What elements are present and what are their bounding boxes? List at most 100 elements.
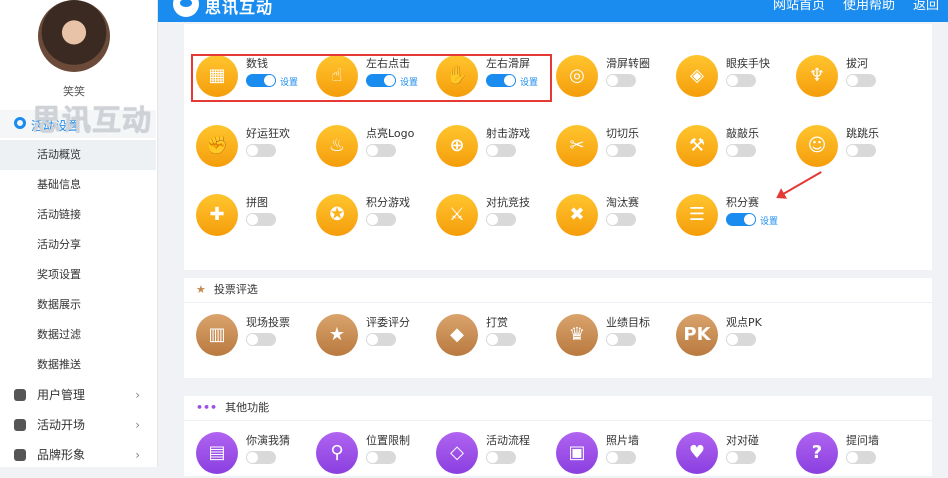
feature-item[interactable]: ⚒ 敲敲乐 — [664, 119, 784, 171]
feature-toggle[interactable] — [366, 451, 396, 464]
feature-icon[interactable]: ⚔ — [436, 194, 478, 236]
feature-toggle[interactable] — [726, 213, 756, 226]
submenu-item[interactable]: 活动链接 — [0, 200, 156, 230]
submenu-item[interactable]: 基础信息 — [0, 170, 156, 200]
feature-item[interactable]: ✚ 拼图 — [184, 188, 304, 240]
feature-toggle[interactable] — [246, 144, 276, 157]
feature-item[interactable]: ♥ 对对碰 — [664, 426, 784, 478]
feature-item[interactable]: ✂ 切切乐 — [544, 119, 664, 171]
feature-icon[interactable]: ◇ — [436, 432, 478, 474]
feature-icon[interactable]: ⚒ — [676, 125, 718, 167]
feature-toggle[interactable] — [486, 451, 516, 464]
feature-toggle[interactable] — [606, 213, 636, 226]
feature-item[interactable]: ☺ 跳跳乐 — [784, 119, 904, 171]
feature-toggle[interactable] — [726, 74, 756, 87]
annotation-highlight-box — [191, 54, 552, 102]
feature-toggle[interactable] — [246, 213, 276, 226]
feature-icon[interactable]: PK — [676, 314, 718, 356]
feature-item[interactable]: ▣ 照片墙 — [544, 426, 664, 478]
feature-toggle[interactable] — [846, 74, 876, 87]
submenu-item[interactable]: 活动概览 — [0, 140, 156, 170]
feature-item[interactable]: ★ 评委评分 — [304, 308, 424, 360]
feature-icon[interactable]: ◆ — [436, 314, 478, 356]
feature-name: 好运狂欢 — [246, 127, 290, 140]
feature-toggle[interactable] — [246, 451, 276, 464]
feature-icon[interactable]: ⚲ — [316, 432, 358, 474]
nav-home-link[interactable]: 网站首页 — [764, 0, 834, 13]
other-panel: ••• 其他功能 ▤ 你演我猜 ⚲ 位置限制 ◇ 活动流程 ▣ 照片墙 ♥ 对对碰? 提问墙 — [184, 396, 932, 476]
feature-icon[interactable]: ♆ — [796, 55, 838, 97]
avatar[interactable] — [38, 0, 110, 72]
feature-toggle[interactable] — [726, 333, 756, 346]
feature-item[interactable]: PK 观点PK — [664, 308, 784, 360]
feature-toggle[interactable] — [846, 144, 876, 157]
feature-item[interactable]: ⚲ 位置限制 — [304, 426, 424, 478]
feature-icon[interactable]: ✊ — [196, 125, 238, 167]
feature-icon[interactable]: ▥ — [196, 314, 238, 356]
feature-icon[interactable]: ☰ — [676, 194, 718, 236]
feature-icon[interactable]: ◈ — [676, 55, 718, 97]
feature-toggle[interactable] — [366, 213, 396, 226]
feature-toggle[interactable] — [606, 451, 636, 464]
feature-icon[interactable]: ✖ — [556, 194, 598, 236]
feature-icon[interactable]: ☺ — [796, 125, 838, 167]
feature-item[interactable]: ▥ 现场投票 — [184, 308, 304, 360]
feature-item[interactable]: ⚔ 对抗竞技 — [424, 188, 544, 240]
feature-item[interactable]: ☰ 积分赛 设置 — [664, 188, 784, 240]
feature-icon[interactable]: ▤ — [196, 432, 238, 474]
feature-icon[interactable]: ✂ — [556, 125, 598, 167]
feature-item[interactable]: ◎ 滑屏转圈 — [544, 49, 664, 101]
sidebar-item-brand[interactable]: 品牌形象 › — [0, 440, 156, 470]
sidebar-item-users[interactable]: 用户管理 › — [0, 380, 156, 410]
feature-icon[interactable]: ♥ — [676, 432, 718, 474]
feature-icon[interactable]: ▣ — [556, 432, 598, 474]
settings-link[interactable]: 设置 — [760, 214, 778, 227]
feature-glyph-icon: ⚒ — [688, 135, 706, 156]
feature-item[interactable]: ◆ 打赏 — [424, 308, 544, 360]
feature-toggle[interactable] — [246, 333, 276, 346]
top-bar: 思讯互动 网站首页 使用帮助 返回 — [157, 0, 948, 22]
feature-toggle[interactable] — [606, 144, 636, 157]
feature-item[interactable]: ♛ 业绩目标 — [544, 308, 664, 360]
feature-item[interactable]: ✖ 淘汰赛 — [544, 188, 664, 240]
feature-icon[interactable]: ✚ — [196, 194, 238, 236]
feature-toggle[interactable] — [606, 74, 636, 87]
feature-icon[interactable]: ♛ — [556, 314, 598, 356]
feature-name: 积分游戏 — [366, 196, 410, 209]
feature-item[interactable]: ♨ 点亮Logo — [304, 119, 424, 171]
feature-toggle[interactable] — [486, 333, 516, 346]
feature-glyph-icon: ? — [811, 442, 823, 463]
nav-help-link[interactable]: 使用帮助 — [834, 0, 904, 13]
submenu-item[interactable]: 活动分享 — [0, 230, 156, 260]
feature-item[interactable]: ⊕ 射击游戏 — [424, 119, 544, 171]
feature-icon[interactable]: ★ — [316, 314, 358, 356]
feature-item[interactable]: ? 提问墙 — [784, 426, 904, 478]
submenu-item[interactable]: 数据推送 — [0, 350, 156, 380]
submenu-item[interactable]: 奖项设置 — [0, 260, 156, 290]
feature-toggle[interactable] — [726, 451, 756, 464]
feature-item[interactable]: ♆ 拔河 — [784, 49, 904, 101]
feature-toggle[interactable] — [366, 333, 396, 346]
feature-item[interactable]: ▤ 你演我猜 — [184, 426, 304, 478]
feature-icon[interactable]: ? — [796, 432, 838, 474]
feature-toggle[interactable] — [606, 333, 636, 346]
submenu-item[interactable]: 数据过滤 — [0, 320, 156, 350]
nav-back-link[interactable]: 返回 — [904, 0, 948, 13]
feature-item[interactable]: ✪ 积分游戏 — [304, 188, 424, 240]
feature-toggle[interactable] — [726, 144, 756, 157]
sidebar-item-opening[interactable]: 活动开场 › — [0, 410, 156, 440]
feature-toggle[interactable] — [366, 144, 396, 157]
submenu-item[interactable]: 数据展示 — [0, 290, 156, 320]
feature-item[interactable]: ◇ 活动流程 — [424, 426, 544, 478]
feature-toggle[interactable] — [486, 213, 516, 226]
feature-item[interactable]: ◈ 眼疾手快 — [664, 49, 784, 101]
feature-toggle[interactable] — [846, 451, 876, 464]
feature-icon[interactable]: ♨ — [316, 125, 358, 167]
feature-icon[interactable]: ✪ — [316, 194, 358, 236]
feature-item[interactable]: ✊ 好运狂欢 — [184, 119, 304, 171]
feature-toggle[interactable] — [486, 144, 516, 157]
feature-icon[interactable]: ◎ — [556, 55, 598, 97]
gear-icon — [14, 117, 26, 129]
feature-glyph-icon: ▣ — [568, 442, 586, 463]
feature-icon[interactable]: ⊕ — [436, 125, 478, 167]
